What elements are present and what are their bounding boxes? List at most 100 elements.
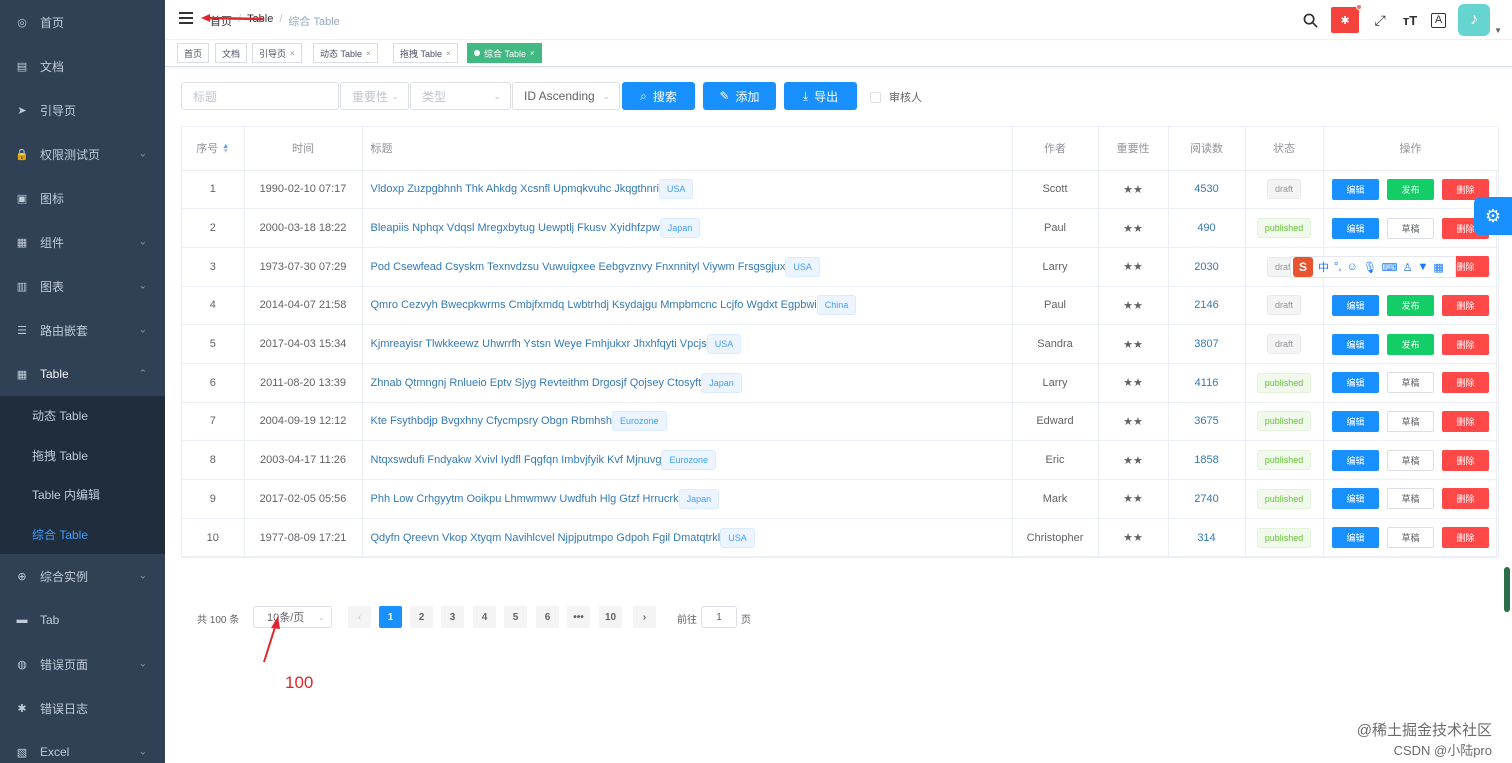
page-number-button[interactable]: 2 (410, 606, 433, 628)
prev-page-button[interactable]: ‹ (348, 606, 371, 628)
sidebar-item-chart[interactable]: ▥ 图表 ⌄ (0, 264, 165, 308)
sidebar-item-nested[interactable]: ☰ 路由嵌套 ⌄ (0, 308, 165, 352)
sidebar-item-dashboard[interactable]: ◎ 首页 (0, 0, 165, 44)
edit-button[interactable]: 编辑 (1332, 488, 1379, 510)
tag-item[interactable]: 拖拽 Table × (393, 43, 458, 63)
sidebar-item-error[interactable]: ◍ 错误页面 ⌄ (0, 642, 165, 686)
title-link[interactable]: Bleapiis Nphqx Vdqsl Mregxbytug Uewptlj … (371, 222, 660, 234)
search-button[interactable]: ⌕ 搜索 (622, 82, 695, 110)
sidebar-item-bug[interactable]: ✱ 错误日志 (0, 686, 165, 730)
sidebar-item-example[interactable]: ⊕ 综合实例 ⌄ (0, 554, 165, 598)
draft-button[interactable]: 草稿 (1387, 527, 1434, 549)
title-link[interactable]: Kte Fsythbdjp Bvgxhny Cfycmpsry Obgn Rbm… (371, 415, 612, 427)
title-link[interactable]: Pod Csewfead Csyskm Texnvdzsu Vuwuigxee … (371, 261, 786, 273)
title-link[interactable]: Vldoxp Zuzpgbhnh Thk Ahkdg Xcsnfl Upmqkv… (371, 183, 659, 195)
microphone-icon[interactable]: 🎙 (1363, 261, 1377, 274)
publish-button[interactable]: 发布 (1387, 178, 1434, 200)
draft-button[interactable]: 草稿 (1387, 410, 1434, 432)
error-log-bug-icon[interactable]: ✱ (1331, 4, 1363, 33)
publish-button[interactable]: 发布 (1387, 294, 1434, 316)
add-button[interactable]: ✎ 添加 (703, 82, 776, 110)
translate-icon[interactable]: A (1431, 12, 1447, 28)
publish-button[interactable]: 发布 (1387, 333, 1434, 355)
sort-caret-icon[interactable]: ▲ ▼ (222, 143, 229, 155)
scrollbar-thumb[interactable] (1504, 567, 1510, 612)
edit-button[interactable]: 编辑 (1332, 410, 1379, 432)
sidebar-subitem[interactable]: 综合 Table (0, 515, 165, 555)
export-button[interactable]: ⤓ 导出 (784, 82, 857, 110)
sidebar-subitem[interactable]: 拖拽 Table (0, 436, 165, 476)
close-icon[interactable]: × (366, 49, 371, 58)
sidebar-subitem[interactable]: Table 内编辑 (0, 475, 165, 515)
close-icon[interactable]: × (530, 49, 535, 58)
draft-button[interactable]: 草稿 (1387, 488, 1434, 510)
edit-button[interactable]: 编辑 (1332, 372, 1379, 394)
title-link[interactable]: Phh Low Crhgyytm Ooikpu Lhmwmwv Uwdfuh H… (371, 493, 679, 505)
next-page-button[interactable]: › (633, 606, 656, 628)
grid-icon[interactable]: ▦ (1433, 261, 1443, 274)
sogou-logo-icon[interactable]: S (1293, 257, 1313, 277)
search-icon[interactable] (1301, 11, 1319, 29)
delete-button[interactable]: 删除 (1442, 488, 1489, 510)
edit-button[interactable]: 编辑 (1332, 178, 1379, 200)
title-link[interactable]: Qmro Cezvyh Bwecpkwrms Cmbjfxmdq Lwbtrhd… (371, 299, 817, 311)
font-size-icon[interactable]: тT (1401, 11, 1419, 29)
sidebar-subitem[interactable]: 动态 Table (0, 396, 165, 436)
fullscreen-icon[interactable]: ⤢ (1371, 11, 1389, 29)
ime-language-toggle[interactable]: 中 (1318, 259, 1329, 275)
edit-button[interactable]: 编辑 (1332, 449, 1379, 471)
more-pages-button[interactable]: ••• (567, 606, 590, 628)
delete-button[interactable]: 删除 (1442, 410, 1489, 432)
title-search-input[interactable]: 标题 (181, 82, 339, 110)
delete-button[interactable]: 删除 (1442, 372, 1489, 394)
page-number-button[interactable]: 5 (504, 606, 527, 628)
tag-item[interactable]: 文档 (215, 43, 248, 63)
delete-button[interactable]: 删除 (1442, 449, 1489, 471)
edit-button[interactable]: 编辑 (1332, 217, 1379, 239)
keyboard-icon[interactable]: ⌨ (1382, 261, 1398, 274)
draft-button[interactable]: 草稿 (1387, 217, 1434, 239)
tag-active[interactable]: 综合 Table × (467, 43, 542, 63)
draft-button[interactable]: 草稿 (1387, 449, 1434, 471)
user-icon[interactable]: ♙ (1403, 261, 1413, 274)
sort-select[interactable]: ID Ascending ⌄ (512, 82, 620, 110)
settings-gear-icon[interactable]: ⚙ (1474, 197, 1512, 235)
edit-button[interactable]: 编辑 (1332, 527, 1379, 549)
delete-button[interactable]: 删除 (1442, 333, 1489, 355)
sidebar-item-icon[interactable]: ▣ 图标 (0, 176, 165, 220)
goto-page-input[interactable]: 1 (701, 606, 737, 628)
title-link[interactable]: Kjmreayisr Tlwkkeewz Uhwrrfh Ystsn Weye … (371, 338, 707, 350)
page-number-button[interactable]: 6 (536, 606, 559, 628)
sidebar-item-guide[interactable]: ➤ 引导页 (0, 88, 165, 132)
punctuation-icon[interactable]: °, (1334, 261, 1341, 273)
close-icon[interactable]: × (446, 49, 451, 58)
title-link[interactable]: Qdyfn Qreevn Vkop Xtyqm Navihlcvel Njpjp… (371, 531, 721, 543)
hamburger-menu-icon[interactable] (179, 12, 193, 26)
sidebar-item-component[interactable]: ▦ 组件 ⌄ (0, 220, 165, 264)
sidebar-item-lock[interactable]: 🔒 权限测试页 ⌄ (0, 132, 165, 176)
page-number-button[interactable]: 10 (599, 606, 622, 628)
checkbox-box[interactable] (870, 91, 881, 103)
page-number-button[interactable]: 4 (473, 606, 496, 628)
title-link[interactable]: Zhnab Qtmngnj Rnlueio Eptv Sjyg Revteith… (371, 377, 702, 389)
sidebar-item-tab[interactable]: ▬ Tab (0, 598, 165, 642)
title-link[interactable]: Ntqxswdufi Fndyakw Xvivl Iydfl Fqgfqn Im… (371, 454, 662, 466)
column-header-id[interactable]: 序号 ▲ ▼ (182, 127, 245, 171)
reviewer-checkbox[interactable]: 审核人 (870, 89, 922, 105)
tag-item[interactable]: 动态 Table × (313, 43, 378, 63)
type-select[interactable]: 类型 ⌄ (410, 82, 511, 110)
emoji-icon[interactable]: ☺ (1346, 261, 1357, 273)
tag-item[interactable]: 引导页 × (252, 43, 302, 63)
skin-icon[interactable]: ▼ (1417, 261, 1428, 273)
page-number-button[interactable]: 1 (379, 606, 402, 628)
delete-button[interactable]: 删除 (1442, 294, 1489, 316)
sidebar-item-table[interactable]: ▦ Table ⌃ (0, 352, 165, 396)
tag-item[interactable]: 首页 (177, 43, 210, 63)
importance-select[interactable]: 重要性 ⌄ (340, 82, 409, 110)
avatar[interactable]: ♪ (1458, 4, 1491, 36)
edit-button[interactable]: 编辑 (1332, 333, 1379, 355)
sidebar-item-document[interactable]: ▤ 文档 (0, 44, 165, 88)
page-number-button[interactable]: 3 (441, 606, 464, 628)
close-icon[interactable]: × (290, 49, 295, 58)
sidebar-item-excel[interactable]: ▧ Excel ⌄ (0, 730, 165, 763)
